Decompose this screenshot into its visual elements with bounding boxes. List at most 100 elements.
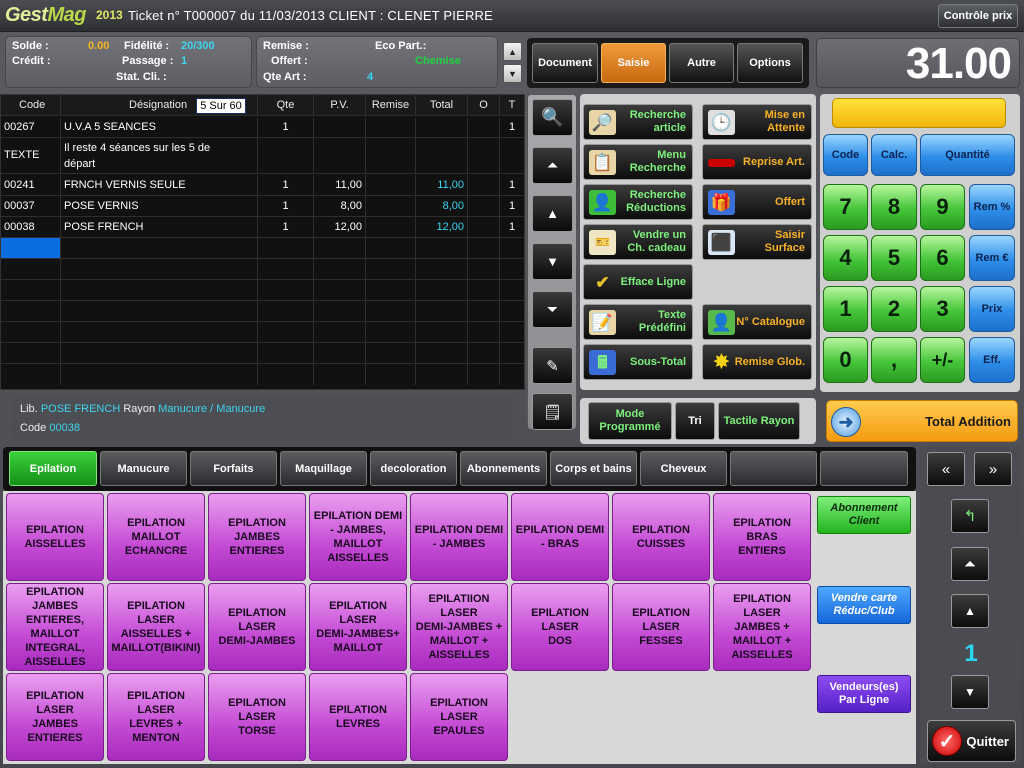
page-up-button[interactable]: ⏶ [532, 147, 573, 184]
key-3[interactable]: 3 [920, 286, 965, 332]
product-button[interactable]: EPILATION LASER AISSELLES + MAILLOT(BIKINI… [107, 583, 205, 671]
tab-options[interactable]: Options [737, 43, 803, 83]
product-button[interactable]: EPILATION LASER FESSES [612, 583, 710, 671]
discount-euro-key[interactable]: Rem € [969, 235, 1015, 281]
predefined-text-button[interactable]: 📝 Texte Prédéfini [583, 304, 693, 340]
article-return-button[interactable]: Reprise Art. [702, 144, 812, 180]
catalogue-number-button[interactable]: 👤 N° Catalogue [702, 304, 812, 340]
sort-button[interactable]: Tri [675, 402, 715, 440]
product-button[interactable]: EPILATION LASER DOS [511, 583, 609, 671]
tab-corps-et-bains[interactable]: Corps et bains [550, 451, 637, 486]
search-article-button[interactable]: 🔎 Recherche article [583, 104, 693, 140]
product-button[interactable]: EPILATIION LASER DEMI-JAMBES + MAILLOT + AIS… [410, 583, 508, 671]
calc-key[interactable]: Calc. [871, 134, 917, 176]
product-button[interactable]: EPILATION DEMI - BRAS [511, 493, 609, 581]
key-9[interactable]: 9 [920, 184, 965, 230]
key-8[interactable]: 8 [871, 184, 917, 230]
table-row[interactable]: 00241 FRNCH VERNIS SEULE 1 11,00 11,00 1 [1, 175, 524, 196]
product-button[interactable]: EPILATION BRAS ENTIERS [713, 493, 811, 581]
last-page-button[interactable]: » [974, 452, 1012, 486]
put-on-hold-button[interactable]: 🕒 Mise en Attente [702, 104, 812, 140]
salesperson-per-line-button[interactable]: Vendeurs(es) Par Ligne [817, 675, 911, 713]
delete-line-button[interactable]: ✔ Efface Ligne [583, 264, 693, 300]
key-5[interactable]: 5 [871, 235, 917, 281]
client-subscription-button[interactable]: Abonnement Client [817, 496, 911, 534]
tab-abonnements[interactable]: Abonnements [460, 451, 547, 486]
table-row[interactable]: 00267 U.V.A 5 SEANCES 1 1 [1, 117, 524, 138]
return-up-button[interactable]: ↰ [951, 499, 989, 533]
table-row-empty[interactable] [1, 238, 524, 259]
tab-cheveux[interactable]: Cheveux [640, 451, 727, 486]
page-up-button-right[interactable]: ⏶ [951, 547, 989, 581]
tab-manucure[interactable]: Manucure [100, 451, 187, 486]
plus-minus-key[interactable]: +/- [920, 337, 965, 383]
note-button[interactable]: 🗒 [532, 393, 573, 430]
key-6[interactable]: 6 [920, 235, 965, 281]
key-2[interactable]: 2 [871, 286, 917, 332]
product-button[interactable]: EPILATION LASER EPAULES [410, 673, 508, 761]
tab-empty-2[interactable] [820, 451, 908, 486]
global-discount-button[interactable]: ✸ Remise Glob. [702, 344, 812, 380]
line-up-button[interactable]: ▲ [532, 195, 573, 232]
product-button[interactable]: EPILATION JAMBES ENTIERES, MAILLOT INTEGRAL,… [6, 583, 104, 671]
line-down-button[interactable]: ▼ [532, 243, 573, 280]
enter-surface-button[interactable]: ⬛ Saisir Surface [702, 224, 812, 260]
table-row[interactable]: TEXTE Il reste 4 séances sur les 5 de dép… [1, 138, 524, 174]
product-button[interactable]: EPILATION AISSELLES [6, 493, 104, 581]
product-button[interactable]: EPILATION MAILLOT ECHANCRE [107, 493, 205, 581]
product-button[interactable]: EPILATION CUISSES [612, 493, 710, 581]
scroll-down-button[interactable]: ▼ [503, 64, 522, 83]
total-addition-button[interactable]: ➜ Total Addition [826, 400, 1018, 442]
sell-club-card-button[interactable]: Vendre carte Réduc/Club [817, 586, 911, 624]
tab-maquillage[interactable]: Maquillage [280, 451, 367, 486]
line-up-button-right[interactable]: ▲ [951, 594, 989, 628]
scroll-up-button[interactable]: ▲ [503, 42, 522, 61]
comma-key[interactable]: , [871, 337, 917, 383]
search-button[interactable]: 🔍 [532, 99, 573, 136]
table-row[interactable]: 00037 POSE VERNIS 1 8,00 8,00 1 [1, 196, 524, 217]
tab-saisie[interactable]: Saisie [601, 43, 666, 83]
code-key[interactable]: Code [823, 134, 868, 176]
product-button[interactable]: EPILATION LASER JAMBES ENTIERES [6, 673, 104, 761]
product-button[interactable]: EPILATION DEMI - JAMBES, MAILLOT AISSELLES [309, 493, 407, 581]
sell-gift-card-button[interactable]: 🎫 Vendre un Ch. cadeau [583, 224, 693, 260]
page-down-button[interactable]: ⏷ [532, 291, 573, 328]
page-indicator[interactable]: 5 Sur 60 [196, 98, 246, 114]
tab-document[interactable]: Document [532, 43, 598, 83]
touch-department-button[interactable]: Tactile Rayon [718, 402, 800, 440]
discount-percent-key[interactable]: Rem % [969, 184, 1015, 230]
quantity-key[interactable]: Quantité [920, 134, 1015, 176]
key-7[interactable]: 7 [823, 184, 868, 230]
key-0[interactable]: 0 [823, 337, 868, 383]
tab-decoloration[interactable]: decoloration [370, 451, 457, 486]
search-discounts-button[interactable]: 👤 Recherche Réductions [583, 184, 693, 220]
product-button[interactable]: EPILATION LASER JAMBES + MAILLOT + AISSELLE… [713, 583, 811, 671]
price-key[interactable]: Prix [969, 286, 1015, 332]
programmed-mode-button[interactable]: Mode Programmé [588, 402, 672, 440]
key-4[interactable]: 4 [823, 235, 868, 281]
control-price-button[interactable]: Contrôle prix [938, 4, 1018, 28]
product-button[interactable]: EPILATION LASER DEMI-JAMBES [208, 583, 306, 671]
tab-forfaits[interactable]: Forfaits [190, 451, 277, 486]
tab-autre[interactable]: Autre [669, 43, 734, 83]
quit-button[interactable]: ✓ Quitter [927, 720, 1016, 762]
product-button[interactable]: EPILATION DEMI - JAMBES [410, 493, 508, 581]
cell-selected[interactable] [1, 238, 61, 258]
pen-button[interactable]: ✎ [532, 347, 573, 384]
first-page-button[interactable]: « [927, 452, 965, 486]
input-display[interactable] [832, 98, 1006, 128]
table-row[interactable]: 00038 POSE FRENCH 1 12,00 12,00 1 [1, 217, 524, 238]
menu-search-button[interactable]: 📋 Menu Recherche [583, 144, 693, 180]
product-button[interactable]: EPILATION LEVRES [309, 673, 407, 761]
offered-button[interactable]: 🎁 Offert [702, 184, 812, 220]
product-button[interactable]: EPILATION LASER TORSE [208, 673, 306, 761]
erase-key[interactable]: Eff. [969, 337, 1015, 383]
subtotal-button[interactable]: 🖩 Sous-Total [583, 344, 693, 380]
product-button[interactable]: EPILATION JAMBES ENTIERES [208, 493, 306, 581]
key-1[interactable]: 1 [823, 286, 868, 332]
line-down-button-right[interactable]: ▼ [951, 675, 989, 709]
tab-epilation[interactable]: Epilation [9, 451, 97, 486]
tab-empty-1[interactable] [730, 451, 817, 486]
product-button[interactable]: EPILATION LASER LEVRES + MENTON [107, 673, 205, 761]
product-button[interactable]: EPILATION LASER DEMI-JAMBES+ MAILLOT [309, 583, 407, 671]
